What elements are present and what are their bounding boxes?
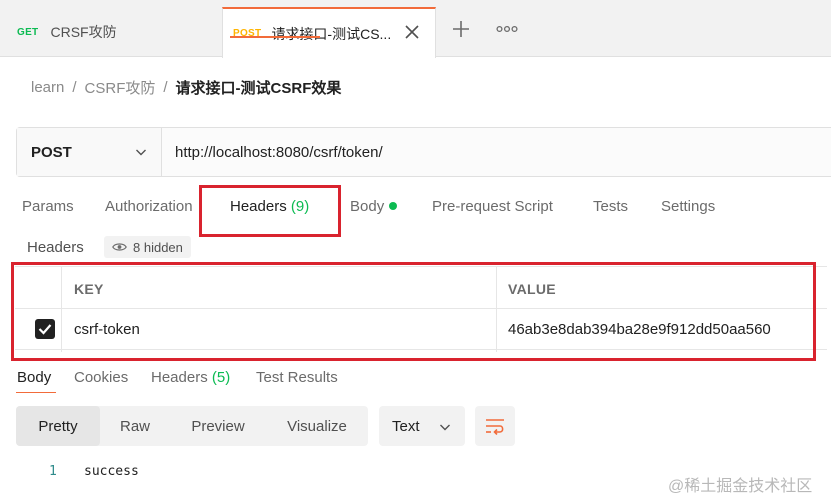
view-mode-segmented-control: Pretty Raw Preview Visualize [16, 406, 368, 446]
breadcrumb: learn / CSRF攻防 / 请求接口-测试CSRF效果 [31, 77, 341, 97]
body-indicator-dot [389, 202, 398, 210]
hidden-headers-toggle[interactable]: 8 hidden [104, 236, 191, 258]
close-icon[interactable] [403, 23, 421, 41]
response-active-tab-indicator [16, 392, 56, 393]
highlight-box-headers-tab [199, 185, 341, 237]
tab-method-label: GET [17, 26, 39, 38]
wrap-lines-button[interactable] [475, 406, 515, 446]
response-tabs: Body Cookies Headers (5) Test Results [0, 366, 400, 390]
method-dropdown[interactable]: POST [17, 128, 162, 176]
response-body-line: 1 success [0, 460, 600, 482]
eye-icon [112, 243, 127, 251]
response-tab-test-results[interactable]: Test Results [256, 369, 338, 386]
more-icon[interactable] [496, 24, 518, 34]
response-tab-body[interactable]: Body [17, 369, 51, 386]
response-body-text[interactable]: success [84, 464, 139, 479]
tab-title: CRSF攻防 [50, 24, 117, 40]
url-input[interactable]: http://localhost:8080/csrf/token/ [162, 128, 831, 176]
breadcrumb-item-collection[interactable]: CSRF攻防 [85, 77, 156, 98]
tab-bar: GET CRSF攻防 POST 请求接口-测试CS... [0, 0, 831, 58]
request-tab-post-active[interactable]: POST 请求接口-测试CS... [222, 7, 436, 58]
response-tab-headers-count: (5) [211, 369, 231, 386]
wrap-lines-icon [486, 419, 504, 435]
request-name[interactable]: 请求接口-测试CSRF效果 [176, 77, 342, 98]
chevron-down-icon [440, 424, 450, 431]
breadcrumb-item-learn[interactable]: learn [31, 79, 64, 96]
headers-section-title: Headers [27, 239, 84, 256]
request-tabs: Params Authorization Headers (9) Body Pr… [0, 186, 831, 230]
request-bar: POST http://localhost:8080/csrf/token/ [16, 127, 831, 177]
view-visualize-button[interactable]: Visualize [266, 406, 368, 446]
highlight-box-headers-table [11, 262, 816, 361]
format-value: Text [392, 417, 420, 435]
response-tab-headers-label: Headers [151, 369, 208, 386]
method-value: POST [31, 143, 72, 161]
tab-title: 请求接口-测试CS... [271, 25, 392, 42]
tab-body-label: Body [350, 198, 385, 215]
watermark: @稀土掘金技术社区 [668, 478, 813, 495]
view-raw-button[interactable]: Raw [100, 406, 170, 446]
response-tab-headers[interactable]: Headers (5) [151, 369, 230, 386]
active-tab-indicator [230, 36, 320, 38]
tab-settings[interactable]: Settings [661, 198, 715, 215]
line-number: 1 [49, 464, 57, 479]
request-tab-get[interactable]: GET CRSF攻防 [0, 7, 221, 57]
tab-body[interactable]: Body [350, 198, 398, 215]
breadcrumb-separator: / [163, 78, 168, 96]
hidden-headers-label: 8 hidden [133, 239, 183, 255]
chevron-down-icon [136, 149, 146, 156]
tab-authorization[interactable]: Authorization [105, 198, 193, 215]
plus-icon[interactable] [452, 20, 470, 38]
breadcrumb-separator: / [72, 78, 77, 96]
view-preview-button[interactable]: Preview [170, 406, 266, 446]
tab-pre-request-script[interactable]: Pre-request Script [432, 198, 553, 215]
tab-tests[interactable]: Tests [593, 198, 628, 215]
view-pretty-button[interactable]: Pretty [16, 406, 100, 446]
format-dropdown[interactable]: Text [379, 406, 465, 446]
response-tab-cookies[interactable]: Cookies [74, 369, 128, 386]
tab-params[interactable]: Params [22, 198, 74, 215]
